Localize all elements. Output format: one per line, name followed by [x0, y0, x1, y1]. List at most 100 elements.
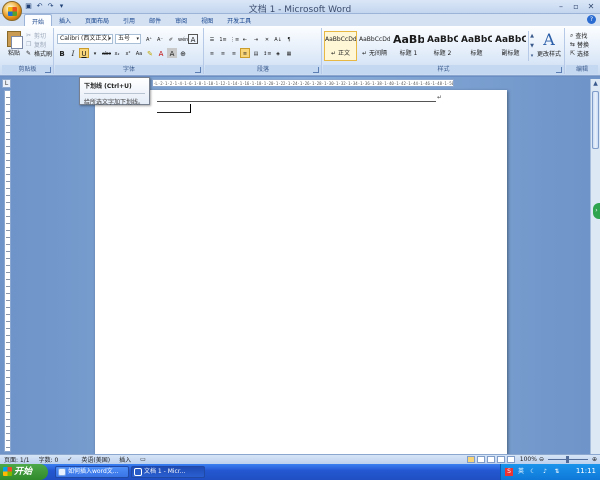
style-heading-1[interactable]: AaBb 标题 1 — [392, 31, 425, 61]
proofing-icon[interactable]: ✓ — [67, 456, 72, 463]
font-launcher[interactable] — [195, 67, 201, 73]
shrink-font-icon[interactable]: A⁻ — [155, 34, 165, 44]
tab-review[interactable]: 审阅 — [168, 14, 194, 26]
print-layout-view-icon[interactable] — [466, 456, 475, 463]
font-size-dropdown[interactable]: 五号 ▾ — [115, 34, 141, 44]
help-icon[interactable]: ? — [587, 15, 596, 24]
style-title[interactable]: AaBbC 标题 — [460, 31, 493, 61]
moon-icon[interactable]: ☾ — [529, 468, 537, 476]
phonetic-guide-icon[interactable]: wén — [177, 34, 188, 44]
underline-button[interactable]: U — [79, 48, 89, 58]
zoom-in-icon[interactable]: ⊕ — [592, 456, 597, 463]
tab-developer[interactable]: 开发工具 — [220, 14, 258, 26]
web-layout-view-icon[interactable] — [486, 456, 495, 463]
font-color-icon[interactable]: A — [156, 48, 166, 58]
strikethrough-icon[interactable]: abc — [101, 48, 111, 58]
tab-selector[interactable]: L — [2, 79, 11, 88]
highlight-icon[interactable]: ✎ — [145, 48, 155, 58]
styles-launcher[interactable] — [556, 67, 562, 73]
show-marks-icon[interactable]: ¶ — [284, 34, 294, 44]
volume-icon[interactable]: ♪ — [541, 468, 549, 476]
enclosed-char-icon[interactable]: ⊕ — [178, 48, 188, 58]
clipboard-launcher[interactable] — [45, 67, 51, 73]
office-button[interactable] — [2, 1, 22, 21]
style-subtitle[interactable]: AaBbC 副标题 — [494, 31, 527, 61]
network-icon[interactable]: ⇅ — [553, 468, 561, 476]
superscript-icon[interactable]: x² — [123, 48, 133, 58]
tab-home[interactable]: 开始 — [24, 14, 53, 26]
underline-dropdown-icon[interactable]: ▾ — [90, 48, 100, 58]
align-center-icon[interactable]: ≡ — [218, 48, 228, 58]
justify-icon[interactable]: ≡ — [240, 48, 250, 58]
ime-icon[interactable]: S — [505, 468, 513, 476]
cut-button[interactable]: ✂ 剪切 — [26, 31, 46, 40]
close-icon[interactable]: ✕ — [584, 1, 598, 12]
char-border-icon[interactable]: A — [188, 34, 198, 44]
find-button[interactable]: ⌕ 查找 — [570, 31, 587, 41]
vertical-scrollbar[interactable]: ▲ — [590, 79, 600, 454]
select-button[interactable]: ⇱ 选择 — [570, 49, 589, 58]
zoom-out-icon[interactable]: ⊖ — [539, 456, 544, 463]
tab-page-layout[interactable]: 页面布局 — [78, 14, 116, 26]
distribute-icon[interactable]: ▤ — [251, 48, 261, 58]
word-count[interactable]: 字数: 0 — [39, 455, 59, 464]
page-count[interactable]: 页面: 1/1 — [4, 455, 30, 464]
change-styles-button[interactable]: A 更改样式 — [535, 31, 563, 59]
change-case-icon[interactable]: Aa — [134, 48, 144, 58]
style-heading-2[interactable]: AaBbC 标题 2 — [426, 31, 459, 61]
taskbar-item-browser[interactable]: 如何插入word文... — [55, 466, 129, 478]
font-name-value: Calibri (西文正文) — [60, 35, 110, 42]
zoom-slider[interactable] — [547, 456, 588, 463]
minimize-icon[interactable]: – — [554, 1, 568, 12]
align-left-icon[interactable]: ≡ — [207, 48, 217, 58]
scroll-up-icon[interactable]: ▲ — [591, 79, 600, 88]
start-button[interactable]: 开始 — [0, 464, 48, 480]
paragraph-launcher[interactable] — [313, 67, 319, 73]
draft-view-icon[interactable] — [506, 456, 515, 463]
ime-mode-icon[interactable]: 英 — [517, 468, 525, 476]
full-screen-view-icon[interactable] — [476, 456, 485, 463]
bold-button[interactable]: B — [57, 48, 67, 58]
italic-button[interactable]: I — [68, 48, 78, 58]
side-addin-icon[interactable]: › — [593, 203, 600, 219]
tab-references[interactable]: 引用 — [116, 14, 142, 26]
style-no-spacing[interactable]: AaBbCcDd ↵ 无间隔 — [358, 31, 391, 61]
line-spacing-icon[interactable]: ↕≡ — [262, 48, 272, 58]
align-right-icon[interactable]: ≡ — [229, 48, 239, 58]
chinese-layout-icon[interactable]: ✕ — [262, 34, 272, 44]
macro-record-icon[interactable]: ▭ — [140, 456, 146, 463]
borders-icon[interactable]: ▦ — [284, 48, 294, 58]
format-painter-button[interactable]: ✎ 格式刷 — [26, 49, 52, 58]
horizontal-ruler[interactable]: ·L·2·1·2·1·4·1·6·1·8·1·10·1·12·1·14·1·16… — [152, 79, 454, 87]
increase-indent-icon[interactable]: ⇥ — [251, 34, 261, 44]
sort-icon[interactable]: A↓ — [273, 34, 283, 44]
paste-button[interactable]: 粘贴 — [5, 31, 23, 61]
multilevel-list-icon[interactable]: ⋮≡ — [229, 34, 239, 44]
tab-view[interactable]: 视图 — [194, 14, 220, 26]
zoom-level[interactable]: 100% — [520, 456, 537, 463]
zoom-slider-thumb[interactable] — [565, 456, 569, 463]
decrease-indent-icon[interactable]: ⇤ — [240, 34, 250, 44]
tab-mailings[interactable]: 邮件 — [142, 14, 168, 26]
replace-button[interactable]: ⇆ 替换 — [570, 40, 589, 49]
taskbar: 开始 如何插入word文... 文档 1 - Micr... S 英 ☾ ♪ ⇅… — [0, 464, 600, 480]
copy-button[interactable]: ❐ 复制 — [26, 40, 46, 49]
maximize-icon[interactable]: ▫ — [569, 1, 583, 12]
bullets-icon[interactable]: ☰ — [207, 34, 217, 44]
shading-icon[interactable]: ◈ — [273, 48, 283, 58]
outline-view-icon[interactable] — [496, 456, 505, 463]
clear-format-icon[interactable]: ✐ — [166, 34, 176, 44]
tooltip-divider — [84, 93, 145, 94]
font-name-dropdown[interactable]: Calibri (西文正文) ▾ — [57, 34, 113, 44]
tab-insert[interactable]: 插入 — [52, 14, 78, 26]
insert-mode[interactable]: 插入 — [119, 455, 131, 464]
scrollbar-thumb[interactable] — [592, 91, 599, 149]
grow-font-icon[interactable]: A⁺ — [144, 34, 154, 44]
taskbar-item-word[interactable]: 文档 1 - Micr... — [131, 466, 205, 478]
numbering-icon[interactable]: 1≡ — [218, 34, 228, 44]
language-indicator[interactable]: 英语(美国) — [81, 455, 110, 464]
style-normal[interactable]: AaBbCcDd ↵ 正文 — [324, 31, 357, 61]
subscript-icon[interactable]: x₂ — [112, 48, 122, 58]
document-page[interactable]: ↵ — [95, 90, 507, 455]
char-shading-icon[interactable]: A — [167, 48, 177, 58]
